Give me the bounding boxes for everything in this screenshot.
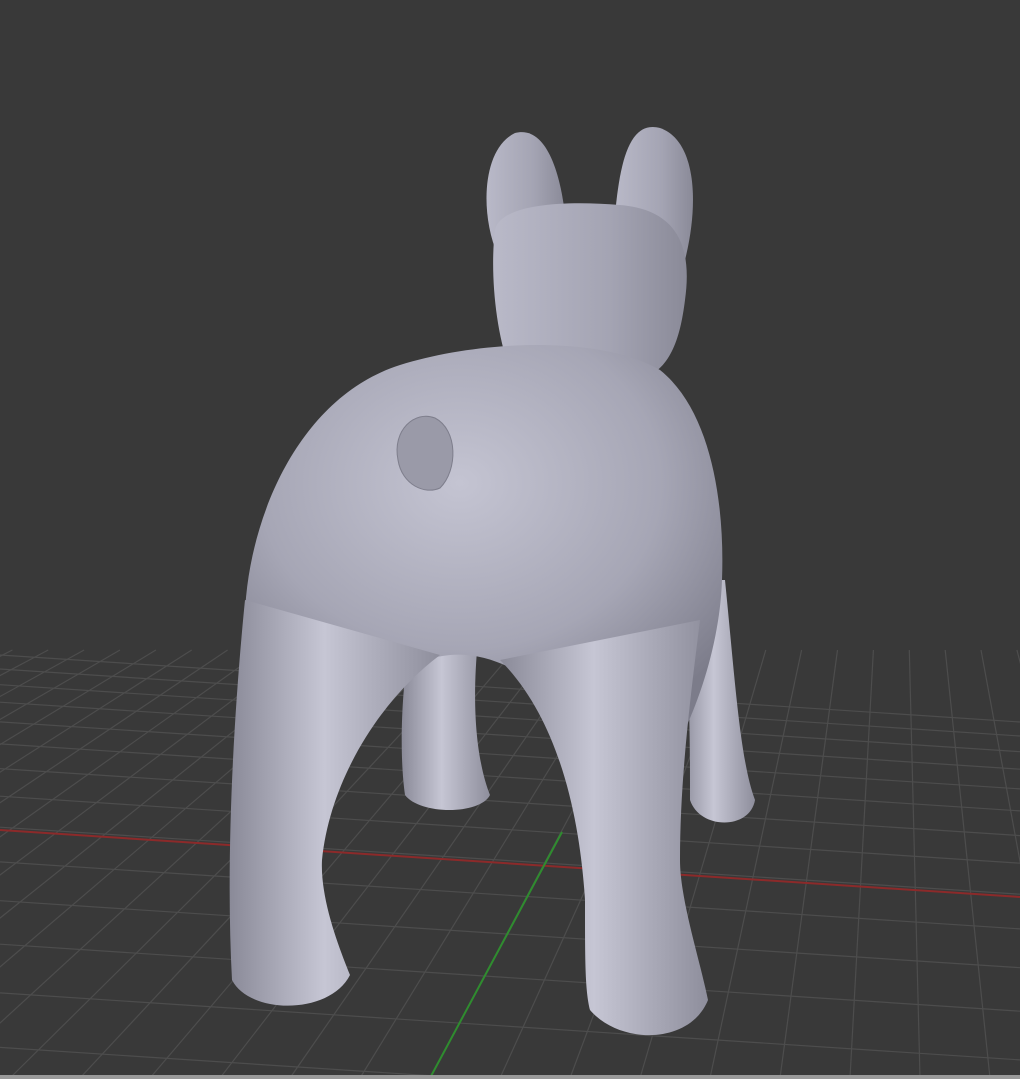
grid-line bbox=[908, 649, 921, 1079]
grid-line bbox=[0, 795, 1020, 864]
grid-line bbox=[0, 900, 1020, 969]
grid-line bbox=[0, 861, 1020, 930]
grid-line bbox=[944, 649, 991, 1079]
dog-model[interactable] bbox=[229, 126, 755, 1036]
grid-line bbox=[0, 1046, 466, 1079]
grid-line bbox=[0, 649, 85, 698]
grid-line bbox=[980, 649, 1020, 865]
grid-line bbox=[849, 649, 874, 1079]
grid-line bbox=[0, 943, 1020, 1012]
grid-line bbox=[779, 649, 839, 1079]
3d-viewport[interactable] bbox=[0, 0, 1020, 1079]
grid-line bbox=[0, 826, 1020, 895]
x-axis-line bbox=[0, 829, 1020, 898]
viewport-scene[interactable] bbox=[0, 0, 1020, 1079]
grid-line bbox=[0, 992, 1020, 1061]
dog-rear-right-leg bbox=[500, 620, 708, 1036]
viewport-bottom-border bbox=[0, 1075, 1020, 1079]
grid-line bbox=[0, 649, 121, 721]
y-axis-line bbox=[429, 831, 563, 1079]
dog-rear-left-leg bbox=[229, 600, 440, 1006]
grid-line bbox=[0, 684, 1020, 753]
